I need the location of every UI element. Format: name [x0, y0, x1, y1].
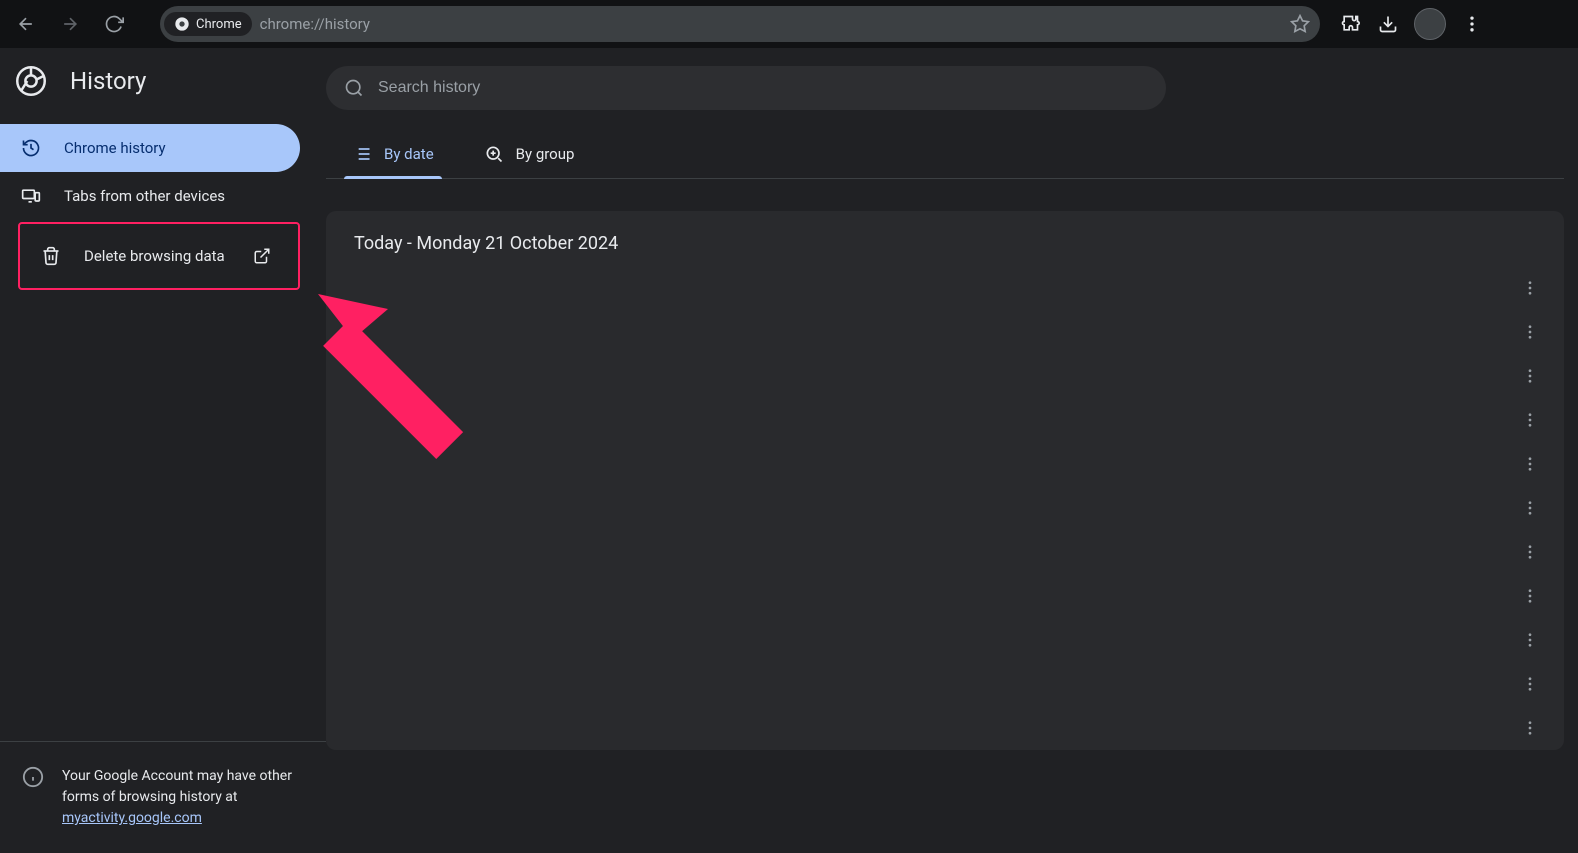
history-row[interactable]	[326, 530, 1564, 574]
download-icon	[1378, 14, 1398, 34]
omnibox[interactable]: Chrome chrome://history	[160, 6, 1320, 42]
back-button[interactable]	[8, 6, 44, 42]
omnibox-url: chrome://history	[260, 15, 370, 33]
row-more-button[interactable]	[1516, 714, 1544, 742]
history-card: Today - Monday 21 October 2024	[326, 211, 1564, 750]
row-more-button[interactable]	[1516, 362, 1544, 390]
more-vert-icon	[1521, 587, 1539, 605]
row-more-button[interactable]	[1516, 274, 1544, 302]
browser-menu-button[interactable]	[1460, 12, 1484, 36]
history-row[interactable]	[326, 618, 1564, 662]
tabs: By date By group	[326, 132, 1564, 179]
open-external-icon	[253, 247, 271, 265]
site-chip-label: Chrome	[196, 17, 242, 32]
sidebar-item-delete-browsing-data[interactable]: Delete browsing data	[18, 222, 300, 290]
row-more-button[interactable]	[1516, 318, 1544, 346]
history-row[interactable]	[326, 574, 1564, 618]
list-icon	[352, 144, 372, 164]
puzzle-icon	[1340, 14, 1360, 34]
browser-toolbar: Chrome chrome://history	[0, 0, 1578, 48]
more-vert-icon	[1521, 367, 1539, 385]
tab-label: By group	[516, 145, 575, 163]
myactivity-link[interactable]: myactivity.google.com	[62, 810, 202, 826]
more-vert-icon	[1521, 675, 1539, 693]
arrow-right-icon	[60, 14, 80, 34]
tab-by-date[interactable]: By date	[344, 132, 442, 178]
more-vert-icon	[1462, 14, 1482, 34]
row-more-button[interactable]	[1516, 450, 1544, 478]
more-vert-icon	[1521, 499, 1539, 517]
history-row[interactable]	[326, 354, 1564, 398]
more-vert-icon	[1521, 543, 1539, 561]
search-icon	[344, 78, 364, 98]
more-vert-icon	[1521, 455, 1539, 473]
more-vert-icon	[1521, 411, 1539, 429]
more-vert-icon	[1521, 719, 1539, 737]
reload-button[interactable]	[96, 6, 132, 42]
bookmark-button[interactable]	[1288, 12, 1312, 36]
chrome-icon	[174, 16, 190, 32]
reload-icon	[104, 14, 124, 34]
history-row[interactable]	[326, 398, 1564, 442]
history-icon	[20, 137, 42, 159]
star-icon	[1290, 14, 1310, 34]
date-header: Today - Monday 21 October 2024	[326, 211, 1564, 266]
more-vert-icon	[1521, 323, 1539, 341]
trash-icon	[40, 245, 62, 267]
profile-avatar[interactable]	[1414, 8, 1446, 40]
history-row[interactable]	[326, 706, 1564, 750]
row-more-button[interactable]	[1516, 538, 1544, 566]
main-content: By date By group Today - Monday 21 Octob…	[326, 48, 1578, 853]
devices-icon	[20, 185, 42, 207]
sidebar-item-chrome-history[interactable]: Chrome history	[0, 124, 300, 172]
sidebar-item-label: Delete browsing data	[84, 247, 225, 265]
search-input[interactable]	[378, 79, 1148, 97]
extensions-button[interactable]	[1338, 12, 1362, 36]
sidebar-item-tabs-other-devices[interactable]: Tabs from other devices	[0, 172, 300, 220]
row-more-button[interactable]	[1516, 406, 1544, 434]
info-icon	[22, 766, 44, 788]
chrome-logo-icon	[16, 66, 46, 96]
history-row[interactable]	[326, 266, 1564, 310]
history-app: History Chrome history Tabs from other d…	[0, 48, 1578, 853]
tab-label: By date	[384, 145, 434, 163]
sidebar: History Chrome history Tabs from other d…	[0, 48, 326, 853]
more-vert-icon	[1521, 631, 1539, 649]
history-row[interactable]	[326, 310, 1564, 354]
history-row[interactable]	[326, 662, 1564, 706]
sidebar-footer-text: Your Google Account may have other forms…	[62, 766, 312, 829]
more-vert-icon	[1521, 279, 1539, 297]
forward-button[interactable]	[52, 6, 88, 42]
sidebar-item-label: Tabs from other devices	[64, 187, 225, 205]
sidebar-footer: Your Google Account may have other forms…	[0, 741, 326, 853]
downloads-button[interactable]	[1376, 12, 1400, 36]
sidebar-item-label: Chrome history	[64, 139, 166, 157]
site-chip[interactable]: Chrome	[164, 12, 252, 36]
row-more-button[interactable]	[1516, 670, 1544, 698]
row-more-button[interactable]	[1516, 626, 1544, 654]
row-more-button[interactable]	[1516, 582, 1544, 610]
row-more-button[interactable]	[1516, 494, 1544, 522]
page-title: History	[70, 67, 146, 95]
history-row[interactable]	[326, 486, 1564, 530]
search-bar[interactable]	[326, 66, 1166, 110]
arrow-left-icon	[16, 14, 36, 34]
tab-by-group[interactable]: By group	[476, 132, 583, 178]
history-row[interactable]	[326, 442, 1564, 486]
sidebar-header: History	[0, 66, 326, 96]
group-icon	[484, 144, 504, 164]
